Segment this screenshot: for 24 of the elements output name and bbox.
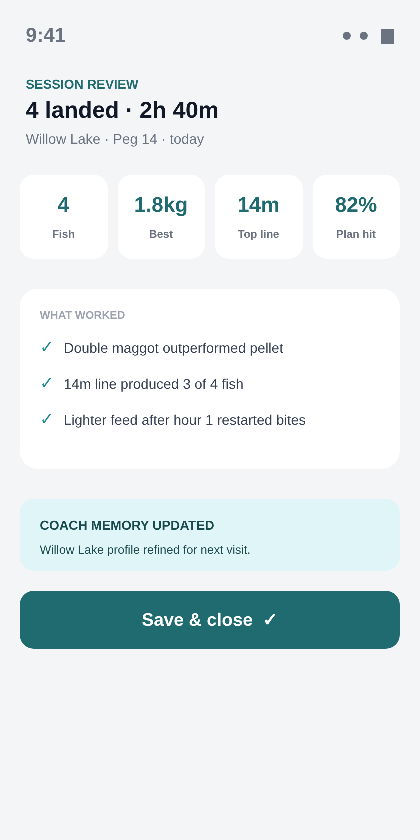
- status-time: 9:41: [26, 24, 66, 49]
- notice-body: Willow Lake profile refined for next visit.: [40, 542, 252, 558]
- stat-value: 1.8kg: [134, 193, 188, 219]
- worked-item: Lighter feed after hour 1 restarted bites: [64, 410, 306, 428]
- check-icon: ✓: [263, 606, 278, 634]
- stat-label: Top line: [238, 228, 280, 243]
- session-subtitle: Willow Lake · Peg 14 · today: [26, 130, 206, 149]
- check-icon: ✓: [40, 410, 52, 428]
- status-icons: [342, 28, 394, 44]
- check-icon: ✓: [40, 338, 52, 356]
- check-icon: ✓: [40, 374, 52, 392]
- stat-value: 14m: [238, 193, 280, 219]
- card-heading: WHAT WORKED: [40, 309, 126, 324]
- worked-item: 14m line produced 3 of 4 fish: [64, 374, 244, 392]
- stat-value: 4: [58, 193, 70, 219]
- eyebrow-label: SESSION REVIEW: [26, 77, 140, 93]
- stat-value: 82%: [335, 193, 378, 219]
- worked-item: Double maggot outperformed pellet: [64, 338, 284, 356]
- stat-label: Best: [149, 228, 174, 243]
- save-close-button[interactable]: Save & close ✓: [20, 591, 400, 649]
- session-title: 4 landed · 2h 40m: [26, 96, 220, 125]
- stat-label: Fish: [52, 228, 76, 243]
- stat-label: Plan hit: [336, 228, 376, 243]
- notice-title: COACH MEMORY UPDATED: [40, 517, 216, 535]
